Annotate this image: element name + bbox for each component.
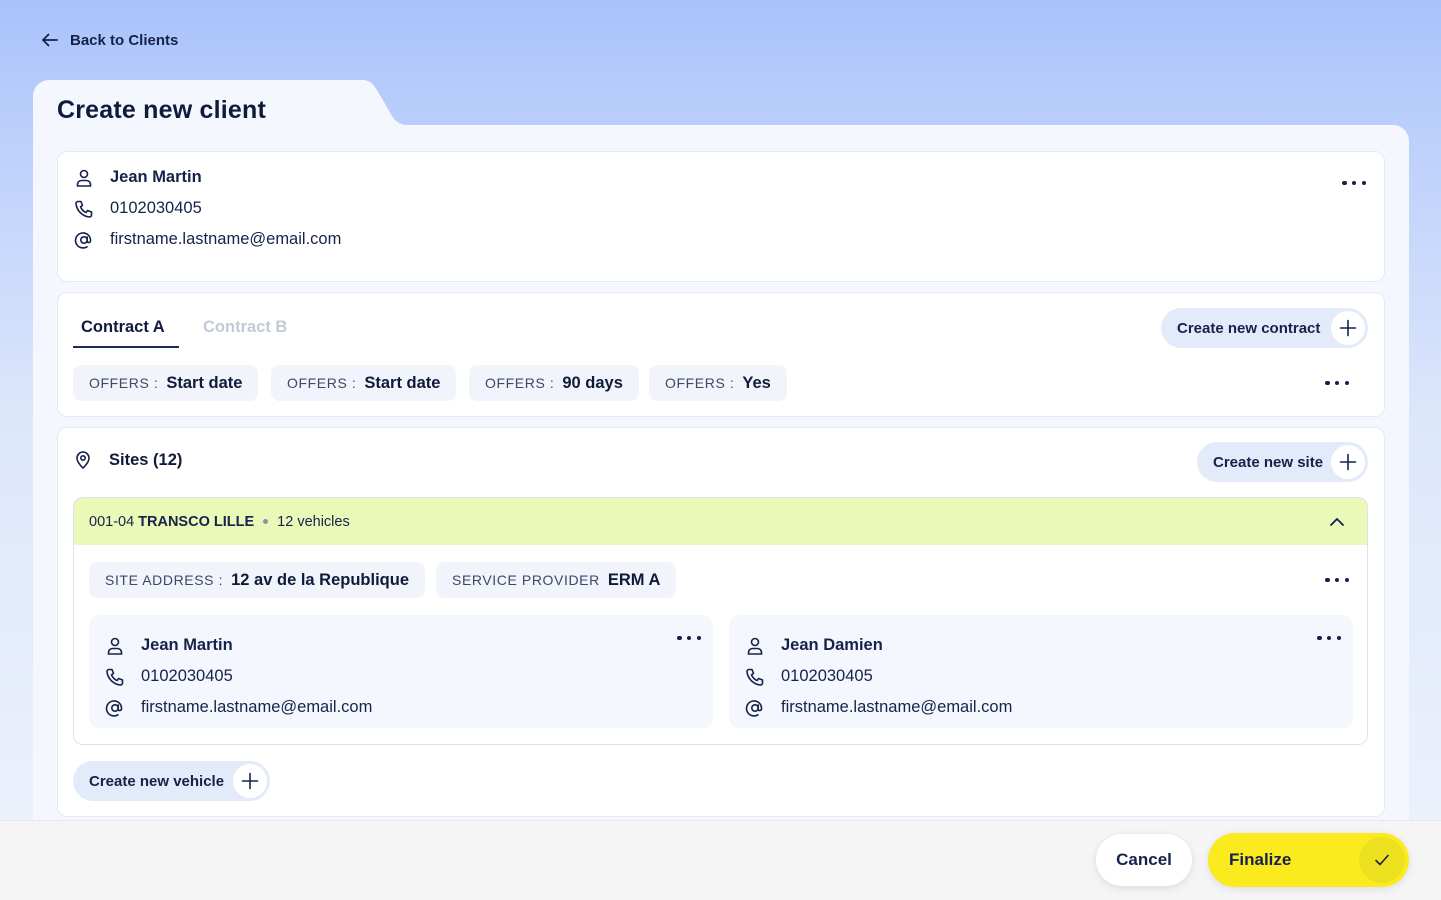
plus-icon (241, 772, 259, 790)
site-contact-card: Jean Martin 0102030405 firstname.lastnam… (89, 615, 713, 728)
cancel-label: Cancel (1116, 850, 1172, 869)
at-icon (745, 699, 763, 717)
phone-icon (106, 668, 124, 686)
contract-more-button[interactable] (1325, 378, 1349, 388)
site-contact-card: Jean Damien 0102030405 firstname.lastnam… (729, 615, 1353, 728)
phone-icon (746, 668, 764, 686)
tab-contract-b[interactable]: Contract B (203, 318, 287, 337)
contact-name: Jean Martin (141, 636, 233, 654)
chevron-up-icon[interactable] (1327, 512, 1347, 532)
site-code: 001-04 (89, 513, 135, 530)
user-icon (747, 637, 763, 655)
at-icon (105, 699, 123, 717)
phone-icon (75, 200, 93, 218)
create-vehicle-button[interactable]: Create new vehicle (73, 761, 270, 801)
client-phone: 0102030405 (110, 199, 202, 217)
separator-dot (263, 519, 269, 524)
arrow-left-icon (42, 33, 58, 47)
offer-tag: OFFERS : Start date (271, 365, 457, 401)
page-title: Create new client (57, 96, 267, 124)
contact-phone-row: 0102030405 (105, 661, 713, 692)
client-more-button[interactable] (1342, 178, 1366, 188)
back-link-label: Back to Clients (70, 31, 179, 49)
contact-name-row: Jean Damien (745, 630, 1353, 661)
contact-more-button[interactable] (677, 633, 701, 643)
create-contract-label: Create new contract (1177, 319, 1321, 337)
back-to-clients-link[interactable]: Back to Clients (40, 30, 178, 50)
at-icon (74, 231, 92, 249)
client-email-row: firstname.lastname@email.com (74, 224, 341, 255)
client-contact-panel: Jean Martin 0102030405 firstname.lastnam… (57, 151, 1385, 282)
plus-icon (1339, 453, 1357, 471)
client-email: firstname.lastname@email.com (110, 230, 342, 248)
offer-tag: OFFERS :90 days (469, 365, 639, 401)
contact-more-button[interactable] (1317, 633, 1341, 643)
offer-tag: OFFERS : Yes (649, 365, 787, 401)
create-site-button[interactable]: Create new site (1197, 442, 1368, 482)
contact-phone: 0102030405 (781, 667, 873, 685)
plus-icon (1339, 319, 1357, 337)
create-contract-button[interactable]: Create new contract (1161, 308, 1368, 348)
contact-email-row: firstname.lastname@email.com (745, 692, 1353, 723)
finalize-label: Finalize (1229, 850, 1292, 869)
contact-email: firstname.lastname@email.com (141, 698, 373, 716)
sites-title: Sites (12) (109, 450, 183, 469)
contact-email: firstname.lastname@email.com (781, 698, 1013, 716)
contact-email-row: firstname.lastname@email.com (105, 692, 713, 723)
site-name: TRANSCO LILLE (138, 513, 255, 530)
site-more-button[interactable] (1325, 575, 1349, 585)
finalize-button[interactable]: Finalize (1208, 833, 1409, 887)
contact-phone: 0102030405 (141, 667, 233, 685)
service-provider-tag: SERVICE PROVIDER ERM A (436, 562, 677, 598)
tab-contract-a[interactable]: Contract A (81, 318, 165, 337)
user-icon (76, 169, 92, 187)
cancel-button[interactable]: Cancel (1096, 834, 1192, 886)
site-accordion-header[interactable]: 001-04 TRANSCO LILLE 12 vehicles (73, 497, 1368, 545)
create-vehicle-label: Create new vehicle (89, 772, 225, 790)
create-site-label: Create new site (1213, 453, 1324, 471)
check-icon (1375, 854, 1389, 866)
contact-name: Jean Damien (781, 636, 883, 654)
sites-heading: Sites (12) (73, 450, 182, 470)
client-name: Jean Martin (110, 168, 202, 186)
site-address-tag: SITE ADDRESS :12 av de la Republique (89, 562, 425, 598)
active-tab-underline (73, 346, 179, 348)
contact-phone-row: 0102030405 (745, 661, 1353, 692)
contact-name-row: Jean Martin (105, 630, 713, 661)
user-icon (107, 637, 123, 655)
site-vehicle-count: 12 vehicles (277, 513, 350, 530)
offer-tag: OFFERS : Start date (73, 365, 259, 401)
client-phone-row: 0102030405 (74, 193, 341, 224)
client-name-row: Jean Martin (74, 162, 341, 193)
location-pin-icon (76, 451, 90, 470)
